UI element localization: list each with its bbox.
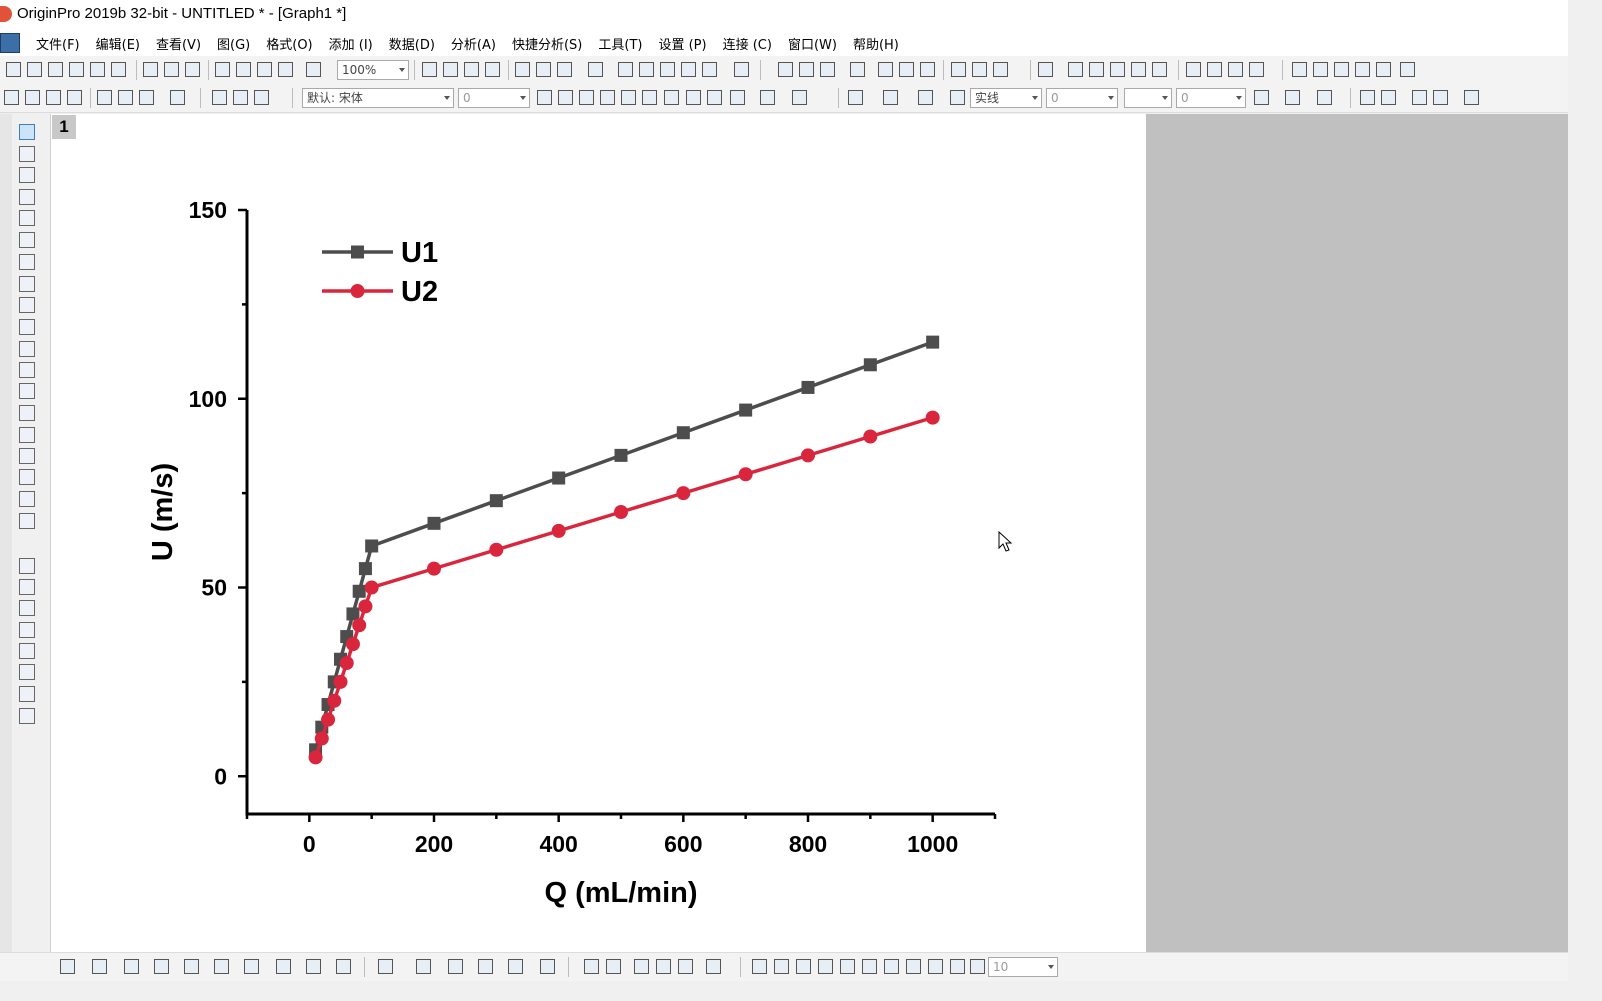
data-point bbox=[339, 656, 354, 670]
align-top-icon[interactable] bbox=[796, 959, 811, 974]
data-point bbox=[863, 429, 878, 444]
x-tick-label: 800 bbox=[789, 831, 827, 857]
heatmap-icon[interactable] bbox=[508, 959, 523, 974]
series-line bbox=[313, 415, 934, 758]
data-point bbox=[926, 335, 940, 349]
scatter-plot-icon[interactable] bbox=[92, 959, 107, 974]
x-tick-label: 1000 bbox=[907, 831, 958, 857]
y-axis-label: U (m/s) bbox=[147, 463, 179, 561]
box-chart-icon[interactable] bbox=[306, 959, 321, 974]
ungroup-icon[interactable] bbox=[928, 959, 943, 974]
back-icon[interactable] bbox=[970, 959, 985, 974]
data-point bbox=[489, 494, 503, 508]
legend-marker bbox=[351, 245, 364, 259]
data-point bbox=[314, 731, 329, 746]
column-plot-icon[interactable] bbox=[154, 959, 169, 974]
data-point bbox=[358, 562, 372, 576]
y-tick-label: 100 bbox=[189, 386, 227, 412]
series-line bbox=[313, 340, 934, 751]
legend-label: U2 bbox=[401, 276, 438, 308]
line-plot-icon[interactable] bbox=[60, 959, 75, 974]
data-point bbox=[352, 618, 367, 633]
rescale-y-icon[interactable] bbox=[678, 959, 693, 974]
3d-bar-icon[interactable] bbox=[416, 959, 431, 974]
data-point bbox=[614, 448, 628, 462]
trapezoid-icon[interactable] bbox=[840, 959, 855, 974]
rescale-x-icon[interactable] bbox=[656, 959, 671, 974]
legend: U1U2 bbox=[322, 237, 438, 308]
area-plot-icon[interactable] bbox=[244, 959, 259, 974]
front-icon[interactable] bbox=[950, 959, 965, 974]
legend-marker bbox=[350, 284, 365, 298]
data-point bbox=[321, 712, 336, 727]
image-plot-icon[interactable] bbox=[540, 959, 555, 974]
contour-icon[interactable] bbox=[478, 959, 493, 974]
data-point bbox=[327, 693, 342, 708]
3d-surface-icon[interactable] bbox=[378, 959, 393, 974]
x-axis-label: Q (mL/min) bbox=[544, 877, 697, 909]
layer-remove-icon[interactable] bbox=[606, 959, 621, 974]
x-tick-label: 0 bbox=[303, 831, 316, 857]
pie-plot-icon[interactable] bbox=[184, 959, 199, 974]
data-point bbox=[801, 380, 815, 394]
data-point bbox=[863, 358, 877, 372]
template-icon[interactable] bbox=[336, 959, 351, 974]
line-symbol-icon[interactable] bbox=[124, 959, 139, 974]
data-point bbox=[738, 467, 753, 482]
data-point bbox=[552, 471, 566, 485]
y-tick-label: 150 bbox=[189, 197, 227, 223]
funnel-icon[interactable] bbox=[862, 959, 877, 974]
data-point bbox=[345, 637, 360, 652]
x-tick-label: 400 bbox=[539, 831, 577, 857]
group-icon[interactable] bbox=[906, 959, 921, 974]
data-point bbox=[925, 410, 940, 425]
data-point bbox=[739, 403, 753, 417]
polar-plot-icon[interactable] bbox=[276, 959, 291, 974]
chevron-down-icon bbox=[1048, 965, 1054, 969]
data-point bbox=[676, 486, 691, 501]
series-layer bbox=[308, 335, 940, 765]
y-tick-label: 50 bbox=[201, 575, 227, 601]
data-point bbox=[365, 539, 379, 553]
legend-icon[interactable] bbox=[706, 959, 721, 974]
data-point bbox=[333, 674, 348, 689]
x-tick-label: 200 bbox=[415, 831, 453, 857]
data-point bbox=[352, 584, 366, 598]
legend-label: U1 bbox=[401, 237, 438, 269]
data-point bbox=[427, 561, 441, 576]
data-point bbox=[364, 580, 379, 595]
data-point bbox=[427, 516, 441, 530]
data-point bbox=[614, 505, 628, 519]
data-point bbox=[358, 599, 373, 614]
bottom-size-value: 10 bbox=[993, 960, 1009, 974]
data-point bbox=[676, 426, 690, 440]
data-point bbox=[801, 448, 815, 463]
x-tick-label: 600 bbox=[664, 831, 702, 857]
bottom-size-select[interactable]: 10 bbox=[988, 957, 1058, 977]
layer-add-icon[interactable] bbox=[584, 959, 599, 974]
mouse-cursor-icon bbox=[998, 531, 1013, 552]
line-plot[interactable]: 0 200 400 600 800 1000050100150 U1U2 Q (mL/mi… bbox=[0, 0, 1568, 980]
align-right-icon[interactable] bbox=[774, 959, 789, 974]
align-bottom-icon[interactable] bbox=[818, 959, 833, 974]
pyramid-icon[interactable] bbox=[884, 959, 899, 974]
statistic-plot-icon[interactable] bbox=[214, 959, 229, 974]
2d-graphs-toolbar: 10 bbox=[0, 952, 1568, 981]
series-U1 bbox=[309, 335, 940, 757]
3d-scatter-icon[interactable] bbox=[448, 959, 463, 974]
data-point bbox=[551, 523, 566, 538]
rescale-icon[interactable] bbox=[634, 959, 649, 974]
data-point bbox=[308, 750, 323, 765]
y-tick-label: 0 bbox=[214, 763, 227, 789]
series-U2 bbox=[308, 410, 940, 765]
align-left-icon[interactable] bbox=[752, 959, 767, 974]
data-point bbox=[489, 542, 504, 557]
